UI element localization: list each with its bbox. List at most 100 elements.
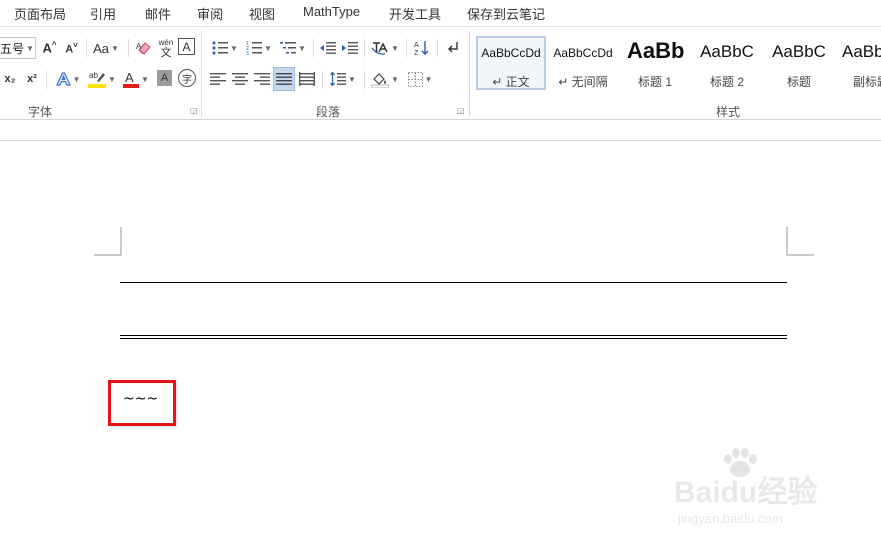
phonetic-guide-bottom: 文: [160, 47, 172, 59]
tab-mailings[interactable]: 邮件: [145, 4, 171, 23]
character-border-button[interactable]: A: [178, 38, 195, 55]
numbering-button[interactable]: 1 2 3 ▼: [243, 37, 275, 59]
justify-icon: [276, 73, 292, 85]
bullet-list-icon: [212, 41, 229, 55]
horizontal-rule-single: [120, 282, 787, 283]
multilevel-list-button[interactable]: ▼: [277, 37, 309, 59]
paragraph-group-label: 段落: [316, 105, 341, 119]
enclose-characters-button[interactable]: 字: [178, 69, 196, 87]
dialog-launcher-icon[interactable]: ◲: [457, 107, 466, 116]
style-sample: AaBbCcDd: [553, 46, 613, 60]
character-border-label: A: [182, 39, 191, 54]
text-effects-icon: [55, 72, 71, 86]
styles-group-label: 样式: [716, 105, 741, 119]
subscript-label: x₂: [4, 73, 16, 85]
clear-formatting-button[interactable]: A: [134, 37, 154, 59]
chevron-down-icon: ▼: [230, 43, 238, 53]
justify-button[interactable]: [273, 67, 295, 91]
chevron-down-icon: ▼: [348, 74, 356, 84]
style-heading-1[interactable]: AaBb 标题 1: [622, 36, 688, 90]
chevron-down-icon: ▼: [72, 74, 81, 84]
style-heading-2[interactable]: AaBbC 标题 2: [692, 36, 762, 90]
distributed-align-icon: [299, 72, 315, 86]
align-right-button[interactable]: [252, 68, 272, 90]
sort-button[interactable]: A Z: [412, 37, 432, 59]
document-canvas[interactable]: ~~~ Baidu经验 jingyan.baidu.com: [0, 140, 881, 542]
align-left-button[interactable]: [208, 68, 228, 90]
tab-view[interactable]: 视图: [249, 4, 275, 23]
style-sample: AaBbC: [772, 42, 826, 61]
horizontal-rule-double-top: [120, 335, 787, 336]
increase-indent-button[interactable]: [340, 37, 360, 59]
svg-text:A: A: [414, 42, 419, 49]
decrease-indent-icon: [320, 42, 336, 54]
font-size-value: 五号: [0, 41, 25, 56]
tab-developer[interactable]: 开发工具: [389, 4, 441, 23]
chevron-down-icon: ▼: [298, 43, 306, 53]
style-normal[interactable]: AaBbCcDd ↵ 正文: [476, 36, 546, 90]
style-subtitle[interactable]: AaBb 副标题: [838, 36, 881, 90]
paragraph-mark-icon: [448, 42, 458, 53]
grow-font-button[interactable]: A^: [41, 37, 58, 59]
separator: [364, 71, 365, 89]
align-right-icon: [254, 73, 270, 85]
superscript-label: x²: [27, 73, 37, 85]
tab-page-layout[interactable]: 页面布局: [14, 4, 66, 23]
font-size-select[interactable]: 五号 ▼: [0, 37, 36, 59]
line-spacing-icon: [330, 72, 347, 86]
align-left-icon: [210, 73, 226, 85]
subscript-button[interactable]: x₂: [2, 68, 18, 90]
tab-review[interactable]: 审阅: [197, 4, 223, 23]
style-no-spacing[interactable]: AaBbCcDd ↵ 无间隔: [548, 36, 618, 90]
bullets-button[interactable]: ▼: [209, 37, 241, 59]
align-center-button[interactable]: [230, 68, 250, 90]
style-sample: AaBbCcDd: [481, 46, 541, 60]
dialog-launcher-icon[interactable]: ◲: [190, 107, 199, 116]
separator: [406, 39, 407, 57]
chevron-down-icon: ▼: [108, 74, 116, 84]
style-sample: AaBb: [627, 38, 685, 63]
font-color-icon: A: [123, 70, 140, 88]
change-case-button[interactable]: Aa ▼: [90, 37, 122, 59]
phonetic-guide-button[interactable]: wén 文: [156, 35, 176, 61]
decrease-indent-button[interactable]: [318, 37, 338, 59]
font-group-label: 字体: [28, 105, 53, 119]
style-title[interactable]: AaBbC 标题: [764, 36, 834, 90]
separator: [437, 39, 438, 57]
chinese-layout-button[interactable]: ▼: [369, 37, 401, 59]
page-corner-mark-left: [94, 227, 122, 256]
tab-references[interactable]: 引用: [90, 4, 116, 23]
separator: [46, 71, 47, 89]
text-effects-button[interactable]: ▼: [52, 68, 84, 90]
font-color-button[interactable]: A ▼: [120, 68, 152, 90]
style-name: ↵ 无间隔: [558, 75, 608, 89]
distributed-button[interactable]: [297, 68, 317, 90]
chevron-down-icon: ▼: [391, 74, 399, 84]
chevron-down-icon: ▼: [26, 43, 34, 53]
chevron-down-icon: ▼: [141, 74, 149, 84]
horizontal-rule-double-bottom: [120, 338, 787, 339]
text-highlight-button[interactable]: ab ▼: [86, 68, 118, 90]
line-spacing-button[interactable]: ▼: [327, 68, 359, 90]
superscript-button[interactable]: x²: [24, 68, 40, 90]
ribbon: 五号 ▼ A^ A˅ Aa ▼ A wén 文 A x₂ x² ▼ ab ▼ A…: [0, 26, 881, 120]
tab-save-to-cloud-note[interactable]: 保存到云笔记: [467, 4, 545, 23]
show-hide-marks-button[interactable]: [443, 37, 463, 59]
separator: [128, 39, 129, 57]
align-center-icon: [232, 73, 248, 85]
baidu-jingyan-watermark: Baidu经验 jingyan.baidu.com: [672, 445, 842, 535]
enclose-characters-label: 字: [182, 74, 192, 86]
style-name: 标题: [786, 75, 811, 89]
style-name: 标题 2: [709, 75, 744, 89]
chevron-down-icon: ▼: [424, 74, 433, 84]
increase-indent-icon: [342, 42, 358, 54]
chevron-down-icon: ▼: [110, 43, 119, 53]
shading-button[interactable]: ▼: [369, 68, 401, 90]
character-shading-button[interactable]: A: [157, 70, 172, 86]
borders-button[interactable]: ▼: [404, 68, 436, 90]
shrink-font-button[interactable]: A˅: [63, 37, 80, 59]
watermark-url: jingyan.baidu.com: [678, 511, 783, 526]
tab-mathtype[interactable]: MathType: [303, 4, 360, 19]
svg-text:A: A: [125, 70, 134, 85]
highlighter-icon: ab: [88, 71, 107, 88]
